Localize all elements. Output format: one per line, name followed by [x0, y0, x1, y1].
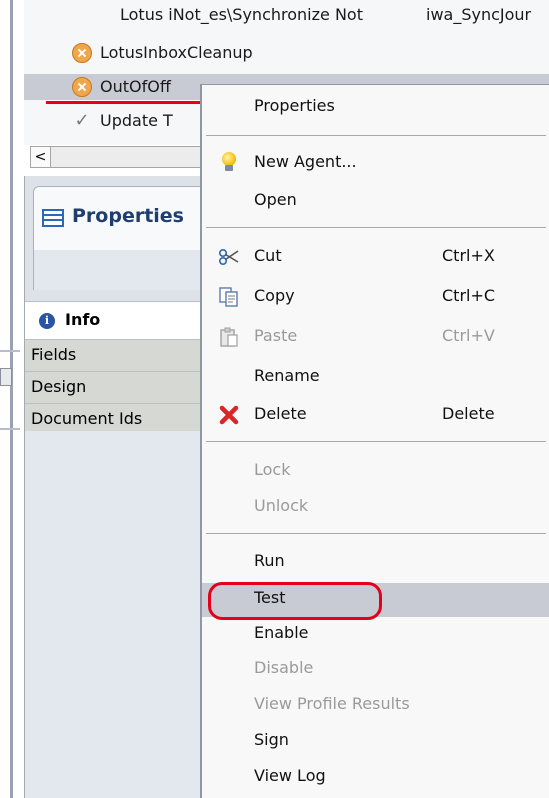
menu-item-label: Lock [254, 460, 291, 479]
menu-item-label: View Profile Results [254, 694, 410, 713]
copy-icon [218, 286, 240, 308]
agent-row-inbox-cleanup[interactable]: LotusInboxCleanup [24, 40, 549, 66]
menu-item-paste[interactable]: Paste Ctrl+V [202, 321, 549, 353]
menu-item-label: Open [254, 190, 297, 209]
menu-item-open[interactable]: Open [202, 185, 549, 217]
menu-item-shortcut: Ctrl+C [442, 286, 496, 305]
menu-item-label: Paste [254, 326, 298, 345]
menu-item-label: Unlock [254, 496, 309, 515]
collapsed-panel-handle[interactable] [0, 368, 12, 386]
panel-background [25, 431, 215, 798]
menu-item-label: Rename [254, 366, 320, 385]
menu-item-shortcut: Ctrl+X [442, 246, 495, 265]
section-tab-label: Info [65, 310, 101, 329]
scissors-icon [218, 246, 240, 268]
menu-item-sign[interactable]: Sign [202, 725, 549, 757]
table-icon [42, 209, 64, 227]
checkmark-icon: ✓ [74, 110, 90, 131]
menu-item-label: Copy [254, 286, 295, 305]
properties-section-list: i Info Fields Design Document Ids [25, 301, 215, 435]
frame-splitter[interactable] [0, 350, 20, 430]
menu-item-label: Sign [254, 730, 289, 749]
menu-item-label: Delete [254, 404, 307, 423]
menu-item-view-log[interactable]: View Log [202, 761, 549, 793]
properties-tab[interactable]: Properties [33, 186, 223, 250]
section-tab-label: Fields [31, 345, 77, 364]
menu-item-unlock[interactable]: Unlock [202, 491, 549, 523]
menu-item-label: New Agent... [254, 152, 357, 171]
agent-row-synchronize-notes[interactable]: Lotus iNot_es\Synchronize Not iwa_SyncJo… [24, 2, 549, 28]
scroll-left-arrow-icon[interactable]: < [31, 147, 51, 167]
menu-item-run[interactable]: Run [202, 546, 549, 578]
left-edge-frame [0, 0, 20, 798]
menu-item-disable[interactable]: Disable [202, 653, 549, 685]
menu-item-delete[interactable]: Delete Delete [202, 399, 549, 431]
menu-item-properties[interactable]: Properties [202, 91, 549, 123]
delete-x-icon [218, 404, 240, 426]
menu-item-label: Cut [254, 246, 282, 265]
section-tab-info[interactable]: i Info [25, 301, 215, 339]
menu-item-label: Disable [254, 658, 314, 677]
context-menu: Properties New Agent... Open Cut Ctrl+X … [200, 84, 549, 798]
section-tab-fields[interactable]: Fields [25, 339, 215, 371]
menu-item-view-profile-results[interactable]: View Profile Results [202, 689, 549, 721]
red-circle-annotation [208, 582, 382, 620]
menu-item-enable[interactable]: Enable [202, 618, 549, 650]
menu-item-rename[interactable]: Rename [202, 361, 549, 393]
notes-designer-window: Lotus iNot_es\Synchronize Not iwa_SyncJo… [0, 0, 549, 798]
menu-item-label: Properties [254, 96, 335, 115]
section-tab-design[interactable]: Design [25, 371, 215, 403]
menu-item-new-agent[interactable]: New Agent... [202, 147, 549, 179]
horizontal-scrollbar[interactable]: < [30, 146, 205, 168]
menu-separator [206, 227, 546, 228]
agent-name: Update T [100, 111, 173, 130]
menu-item-cut[interactable]: Cut Ctrl+X [202, 241, 549, 273]
properties-tab-body [33, 250, 223, 290]
error-x-icon [72, 43, 92, 63]
paste-icon [218, 326, 240, 348]
section-tab-label: Document Ids [31, 409, 143, 428]
menu-item-shortcut: Ctrl+V [442, 326, 495, 345]
menu-item-label: View Log [254, 766, 326, 785]
agent-alias: iwa_SyncJour [426, 5, 532, 24]
lightbulb-icon [218, 152, 240, 174]
properties-panel: Properties i Info Fields Design Document… [24, 176, 223, 798]
menu-separator [206, 441, 546, 442]
agent-name: Lotus iNot_es\Synchronize Not [120, 5, 363, 24]
section-tab-label: Design [31, 377, 87, 396]
error-x-icon [72, 77, 92, 97]
menu-item-label: Enable [254, 623, 309, 642]
agent-name: OutOfOff [100, 77, 171, 96]
agent-name: LotusInboxCleanup [100, 43, 253, 62]
menu-separator [206, 135, 546, 136]
menu-separator [206, 533, 546, 534]
properties-tab-label: Properties [72, 205, 184, 227]
menu-item-lock[interactable]: Lock [202, 455, 549, 487]
info-icon: i [39, 313, 55, 329]
menu-item-label: Run [254, 551, 285, 570]
menu-item-shortcut: Delete [442, 404, 495, 423]
menu-item-copy[interactable]: Copy Ctrl+C [202, 281, 549, 313]
